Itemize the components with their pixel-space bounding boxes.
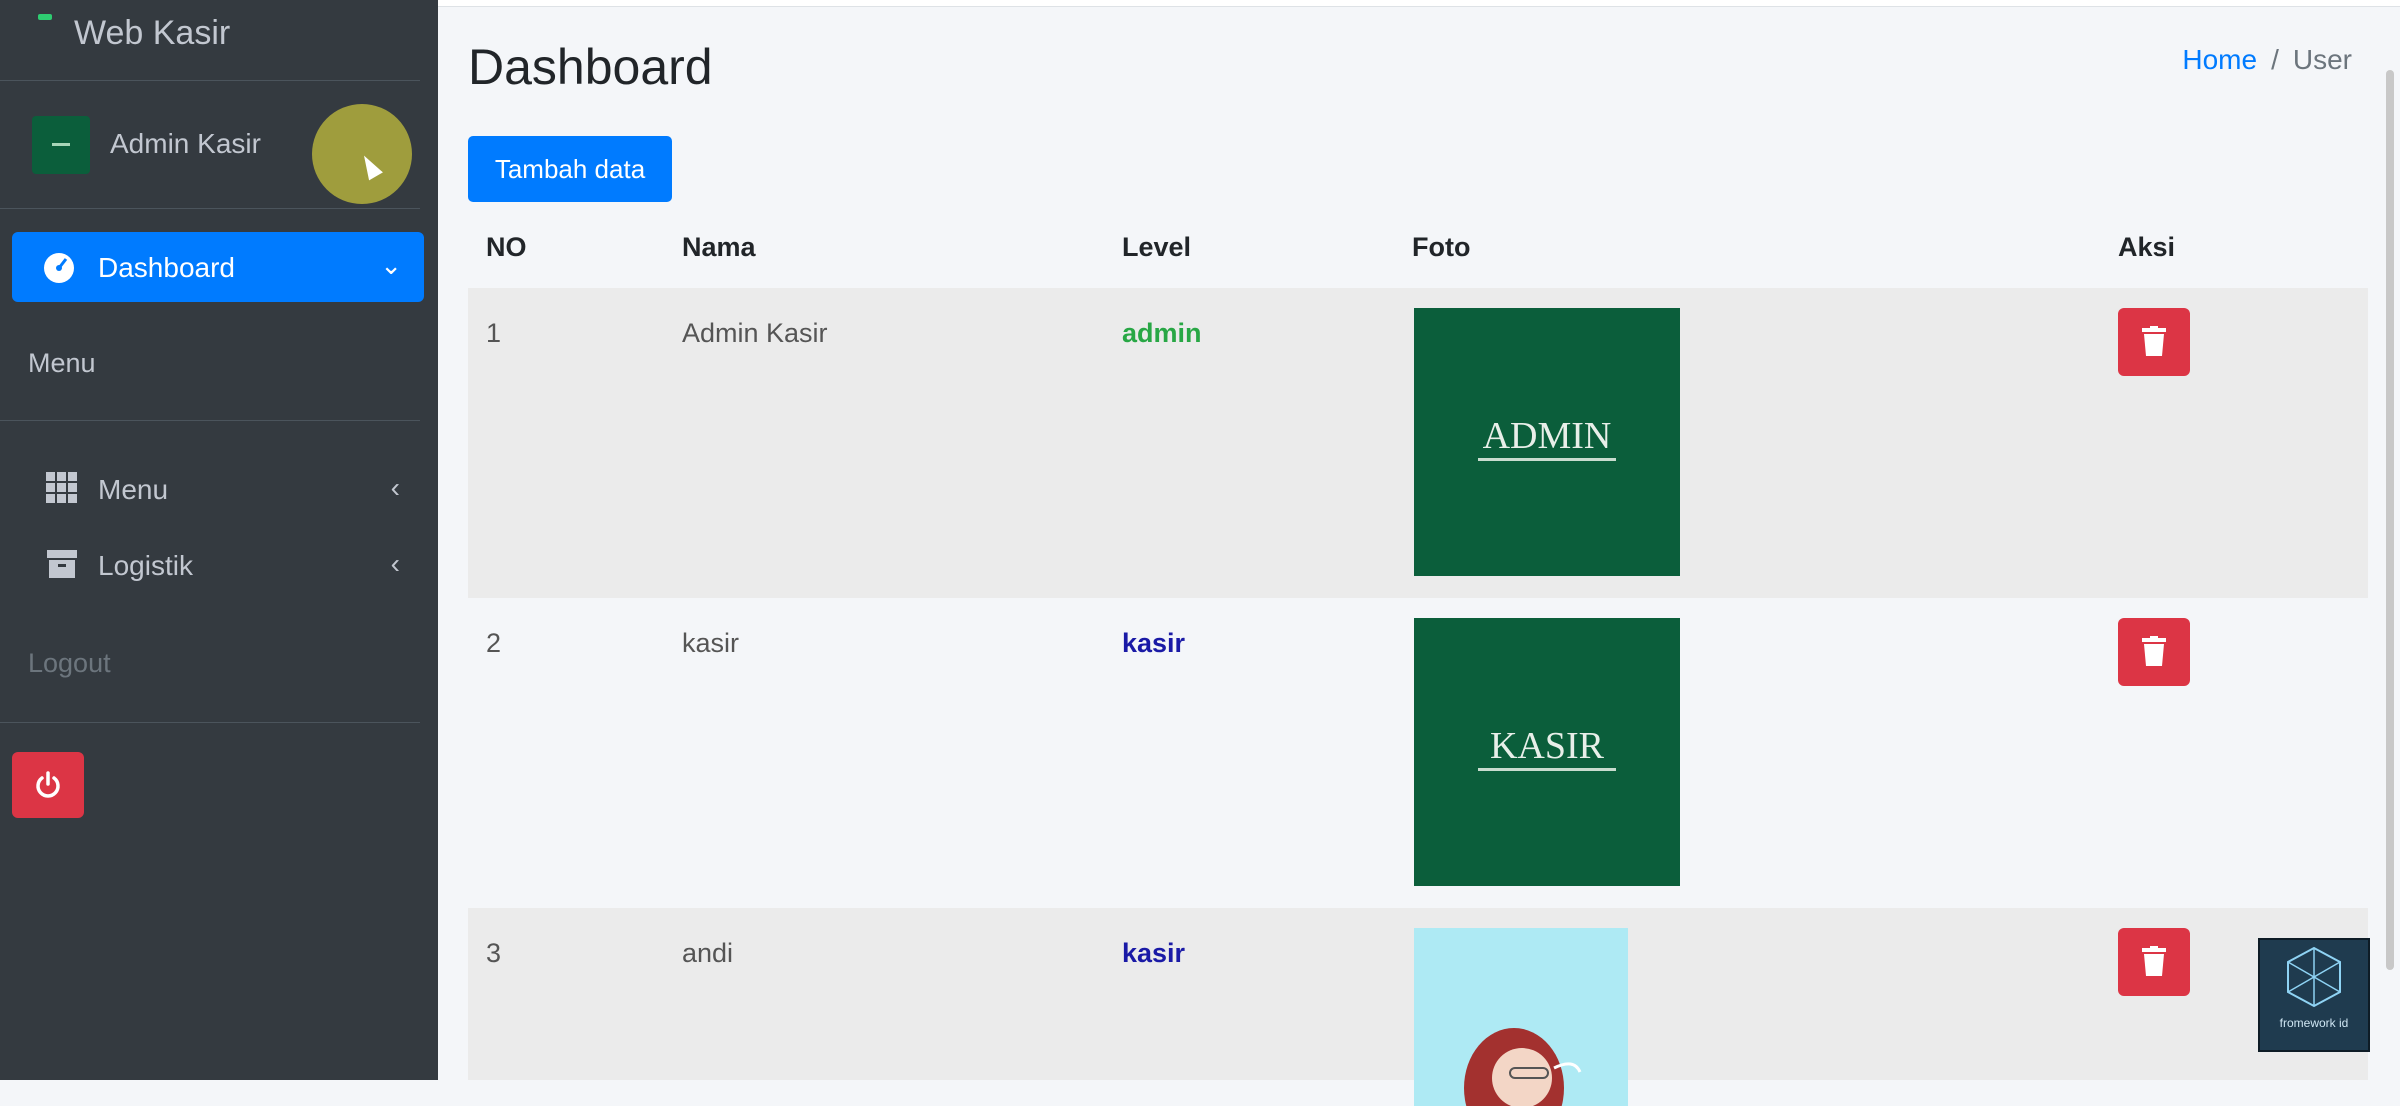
sidebar: Web Kasir Admin Kasir Dashboard ⌄ Menu M…: [0, 0, 438, 1080]
delete-button[interactable]: [2118, 618, 2190, 686]
user-photo: [1414, 928, 1628, 1106]
chevron-left-icon: ‹: [390, 472, 400, 503]
power-icon: [36, 771, 60, 798]
delete-button[interactable]: [2118, 928, 2190, 996]
cell-no: 3: [486, 938, 502, 968]
cursor-highlight: [312, 104, 412, 204]
sidebar-item-dashboard[interactable]: Dashboard ⌄: [12, 232, 424, 302]
sidebar-section-header: Menu: [28, 348, 96, 378]
user-photo: KASIR: [1414, 618, 1680, 886]
user-name[interactable]: Admin Kasir: [110, 128, 261, 160]
sidebar-divider: [0, 420, 420, 421]
trash-icon: [2142, 326, 2166, 356]
chevron-left-icon: ‹: [390, 548, 400, 579]
sidebar-item-logistik[interactable]: Logistik ‹: [12, 534, 424, 594]
sidebar-item-label: Menu: [98, 474, 169, 505]
cell-no: 1: [486, 318, 502, 348]
column-header-foto: Foto: [1412, 232, 1471, 262]
cell-nama: kasir: [682, 628, 740, 658]
table-row: 2 kasir kasir KASIR: [468, 598, 2368, 908]
column-header-aksi: Aksi: [2118, 232, 2176, 262]
scrollbar[interactable]: [2386, 70, 2394, 970]
column-header-no: NO: [486, 232, 527, 262]
sidebar-divider: [0, 722, 420, 723]
breadcrumb: Home / User: [2182, 44, 2352, 76]
photo-underline: [1478, 768, 1616, 771]
avatar: [32, 116, 90, 174]
add-data-button[interactable]: Tambah data: [468, 136, 672, 202]
watermark-logo: fromework id: [2258, 938, 2370, 1052]
network-logo-icon: [2287, 946, 2341, 1008]
trash-icon: [2142, 946, 2166, 976]
cell-level: kasir: [1122, 628, 1186, 658]
brand[interactable]: Web Kasir: [0, 0, 420, 81]
sidebar-item-label: Logistik: [98, 550, 193, 581]
chevron-down-icon: ⌄: [380, 250, 402, 280]
cell-nama: Admin Kasir: [682, 318, 828, 348]
column-header-level: Level: [1122, 232, 1192, 262]
power-button[interactable]: [12, 752, 84, 818]
photo-caption: KASIR: [1489, 725, 1605, 767]
table-row: 3 andi kasir: [468, 908, 2368, 1106]
delete-button[interactable]: [2118, 308, 2190, 376]
breadcrumb-current: User: [2292, 44, 2352, 75]
brand-logo-icon: [38, 14, 52, 20]
page-title: Dashboard: [468, 39, 713, 95]
breadcrumb-home-link[interactable]: Home: [2182, 44, 2257, 75]
logout-link[interactable]: Logout: [28, 648, 111, 679]
main-content: Dashboard Home / User Tambah data NO Nama …: [438, 0, 2400, 1106]
sidebar-item-menu[interactable]: Menu ‹: [12, 458, 424, 518]
cell-level: admin: [1122, 318, 1202, 348]
tachometer-icon: [44, 253, 74, 283]
cell-level: kasir: [1122, 938, 1186, 968]
cell-no: 2: [486, 628, 502, 658]
grid-icon: [46, 472, 77, 503]
watermark-text: fromework id: [2279, 1016, 2349, 1030]
photo-caption: ADMIN: [1482, 415, 1612, 457]
breadcrumb-separator: /: [2271, 44, 2279, 75]
top-navbar: [438, 0, 2400, 7]
photo-underline: [1478, 458, 1616, 461]
cell-nama: andi: [682, 938, 734, 968]
trash-icon: [2142, 636, 2166, 666]
sidebar-item-label: Dashboard: [98, 252, 235, 283]
archive-icon: [47, 550, 77, 578]
brand-text: Web Kasir: [74, 14, 231, 52]
avatar-illustration: [1464, 1028, 1582, 1106]
table-row: 1 Admin Kasir admin ADMIN: [468, 288, 2368, 598]
column-header-nama: Nama: [682, 232, 756, 262]
user-photo: ADMIN: [1414, 308, 1680, 576]
